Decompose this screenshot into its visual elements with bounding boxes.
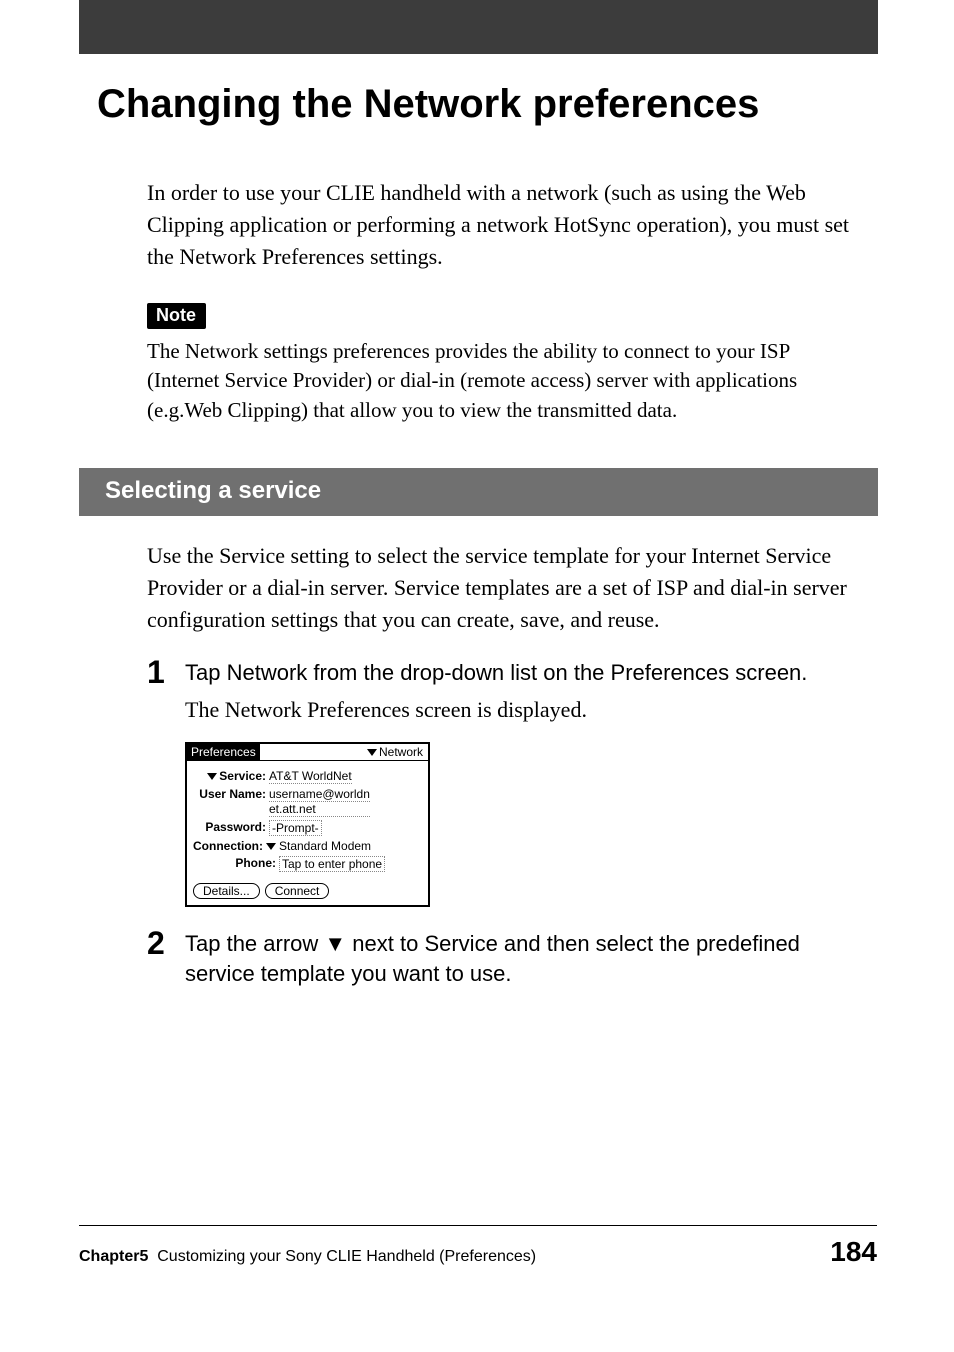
step-result: The Network Preferences screen is displa… bbox=[185, 694, 860, 726]
username-field[interactable]: username@worldn et.att.net bbox=[269, 787, 370, 817]
service-label: Service: bbox=[219, 769, 266, 783]
mock-category-dropdown[interactable]: Network bbox=[362, 744, 428, 760]
password-label: Password: bbox=[193, 820, 269, 834]
step-instruction: Tap the arrow ▼ next to Service and then… bbox=[185, 929, 860, 990]
password-field[interactable]: -Prompt- bbox=[269, 820, 322, 836]
connect-button[interactable]: Connect bbox=[265, 883, 330, 899]
dropdown-arrow-icon bbox=[367, 749, 377, 756]
username-value-line1: username@worldn bbox=[269, 787, 370, 802]
step-instruction: Tap Network from the drop-down list on t… bbox=[185, 658, 860, 688]
connection-label: Connection: bbox=[193, 839, 263, 853]
note-text: The Network settings preferences provide… bbox=[147, 337, 860, 426]
chapter-label: Chapter5 bbox=[79, 1248, 148, 1265]
header-bar bbox=[79, 0, 878, 54]
page-title: Changing the Network preferences bbox=[97, 82, 878, 127]
chapter-title: Customizing your Sony CLIE Handheld (Pre… bbox=[157, 1248, 536, 1265]
page-content: Changing the Network preferences In orde… bbox=[79, 70, 878, 1006]
connection-value: Standard Modem bbox=[279, 839, 371, 853]
page-footer: Chapter5 Customizing your Sony CLIE Hand… bbox=[79, 1225, 877, 1268]
dropdown-arrow-icon bbox=[266, 843, 276, 850]
step-number: 2 bbox=[147, 927, 185, 990]
step-1: 1 Tap Network from the drop-down list on… bbox=[147, 658, 860, 726]
note-label: Note bbox=[147, 303, 206, 329]
phone-label: Phone: bbox=[193, 856, 279, 870]
mock-title: Preferences bbox=[187, 744, 260, 760]
intro-paragraph: In order to use your CLIE handheld with … bbox=[147, 177, 860, 273]
mock-menu-label: Network bbox=[379, 745, 423, 759]
username-label: User Name: bbox=[193, 787, 269, 801]
phone-field[interactable]: Tap to enter phone bbox=[279, 856, 385, 872]
step-number: 1 bbox=[147, 656, 185, 726]
page-number: 184 bbox=[830, 1236, 877, 1268]
username-value-line2: et.att.net bbox=[269, 802, 370, 817]
details-button[interactable]: Details... bbox=[193, 883, 260, 899]
service-row[interactable]: Service: bbox=[193, 769, 269, 783]
preferences-screenshot: Preferences Network Service: AT&T WorldN… bbox=[185, 742, 878, 907]
dropdown-arrow-icon bbox=[207, 773, 217, 780]
section-heading: Selecting a service bbox=[79, 468, 878, 516]
service-value[interactable]: AT&T WorldNet bbox=[269, 769, 352, 784]
section-intro: Use the Service setting to select the se… bbox=[147, 540, 860, 636]
step-2: 2 Tap the arrow ▼ next to Service and th… bbox=[147, 929, 860, 990]
connection-row[interactable]: Connection: bbox=[193, 839, 279, 853]
